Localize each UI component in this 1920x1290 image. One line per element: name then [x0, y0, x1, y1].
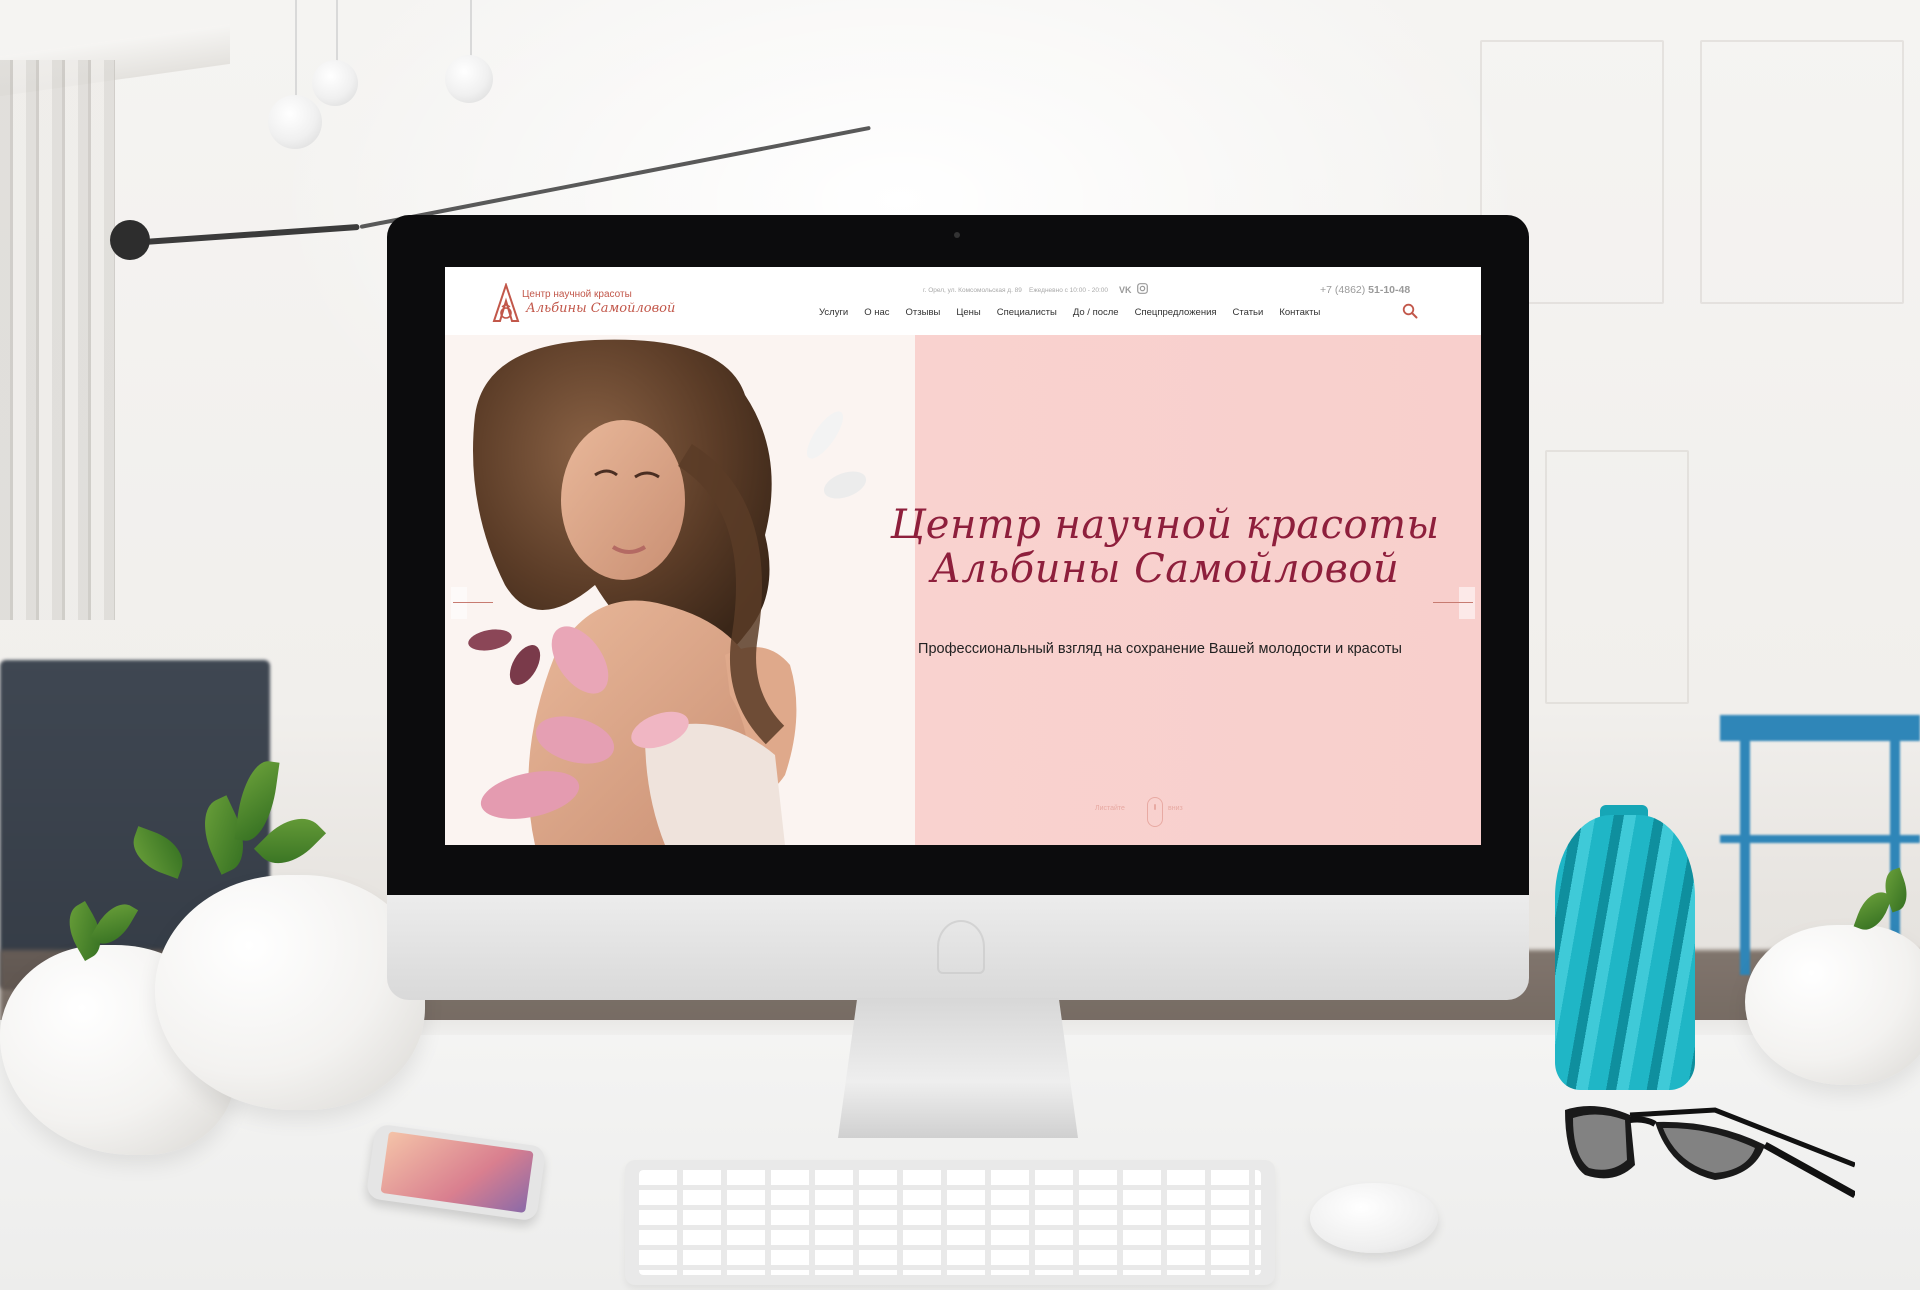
nav-item-articles[interactable]: Статьи — [1233, 307, 1264, 318]
hours-text: Ежедневно с 10:00 - 20:00 — [1029, 287, 1108, 294]
smartphone-screen — [380, 1131, 534, 1214]
hero-title-line1: Центр научной красоты — [890, 502, 1440, 548]
pendant-bulb — [445, 55, 493, 103]
hero-title-line2: Альбины Самойловой — [930, 546, 1400, 592]
slider-next-button[interactable] — [1459, 587, 1475, 619]
phone-main: 51-10-48 — [1368, 284, 1411, 296]
turquoise-vase — [1555, 815, 1695, 1090]
pendant-bulb — [312, 60, 358, 106]
search-icon[interactable] — [1402, 303, 1418, 319]
nav-item-reviews[interactable]: Отзывы — [906, 307, 941, 318]
eyeglasses — [1565, 1106, 1855, 1199]
scroll-hint-right: вниз — [1168, 805, 1183, 812]
keyboard — [625, 1160, 1275, 1285]
main-nav: Услуги О нас Отзывы Цены Специалисты До … — [819, 307, 1320, 318]
logo-a-icon — [492, 283, 520, 322]
slider-prev-button[interactable] — [451, 587, 467, 619]
hero-subtitle: Профессиональный взгляд на сохранение Ва… — [918, 641, 1402, 657]
hero-photo — [445, 335, 915, 845]
logo-line1: Центр научной красоты — [522, 289, 632, 300]
camera-icon — [954, 232, 960, 238]
arrow-left-icon — [453, 602, 493, 603]
hero-slider: Центр научной красоты Альбины Самойловой… — [445, 335, 1481, 845]
nav-item-special-offers[interactable]: Спецпредложения — [1135, 307, 1217, 318]
nav-item-specialists[interactable]: Специалисты — [997, 307, 1057, 318]
window-blinds — [0, 60, 115, 620]
chin-logo-icon — [937, 920, 985, 974]
nav-item-about[interactable]: О нас — [864, 307, 889, 318]
nav-item-services[interactable]: Услуги — [819, 307, 848, 318]
pendant-bulb — [268, 95, 322, 149]
scroll-hint-left: Листайте — [1095, 805, 1125, 812]
arrow-right-icon — [1433, 602, 1473, 603]
site-logo[interactable]: Центр научной красоты Альбины Самойловой — [492, 283, 682, 327]
monitor-bezel: Центр научной красоты Альбины Самойловой… — [387, 215, 1529, 895]
nav-item-before-after[interactable]: До / после — [1073, 307, 1119, 318]
site-header: Центр научной красоты Альбины Самойловой… — [445, 267, 1481, 335]
nav-item-prices[interactable]: Цены — [956, 307, 980, 318]
wall-panel — [1545, 450, 1689, 704]
monitor-stand — [838, 998, 1078, 1138]
vk-icon[interactable]: VK — [1119, 285, 1132, 295]
phone-number[interactable]: +7 (4862) 51-10-48 — [1320, 284, 1410, 296]
phone-prefix: +7 (4862) — [1320, 284, 1369, 296]
plant-pot — [155, 875, 425, 1110]
logo-line2: Альбины Самойловой — [526, 301, 676, 316]
keyboard-keys — [639, 1170, 1261, 1275]
address-text: г. Орел, ул. Комсомольская д. 89 — [923, 287, 1022, 294]
nav-item-contacts[interactable]: Контакты — [1279, 307, 1320, 318]
instagram-icon[interactable] — [1137, 283, 1148, 294]
wall-panel — [1700, 40, 1904, 304]
imac-monitor: Центр научной красоты Альбины Самойловой… — [387, 215, 1529, 1000]
scroll-mouse-icon[interactable] — [1147, 797, 1163, 827]
computer-mouse — [1310, 1183, 1438, 1253]
wall-lamp-head — [110, 220, 150, 260]
website-screen: Центр научной красоты Альбины Самойловой… — [445, 267, 1481, 845]
hero-title: Центр научной красоты Альбины Самойловой — [885, 503, 1445, 591]
